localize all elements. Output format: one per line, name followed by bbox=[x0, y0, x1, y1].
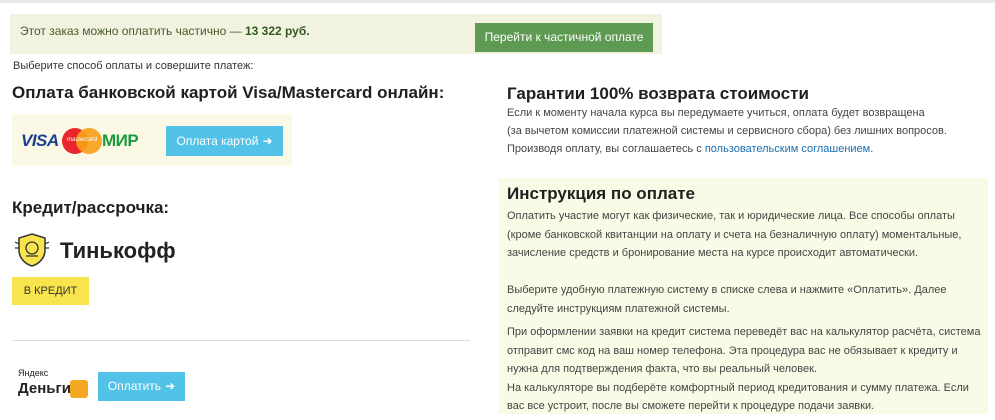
yandex-money-logo: Яндекс Деньги bbox=[18, 368, 90, 402]
guarantee-text: Если к моменту начала курса вы передумае… bbox=[507, 104, 987, 158]
partial-payment-amount: 13 322 руб. bbox=[244, 24, 310, 38]
guarantee-line-3: Производя оплату, вы соглашаетесь с поль… bbox=[507, 140, 987, 158]
guarantee-line-1: Если к моменту начала курса вы передумае… bbox=[507, 107, 925, 119]
mastercard-logo-text: mastercard bbox=[67, 137, 98, 143]
pay-by-card-button[interactable]: Оплата картой ➜ bbox=[166, 126, 283, 156]
instruction-paragraph-3a: При оформлении заявки на кредит система … bbox=[507, 326, 981, 375]
divider bbox=[12, 340, 470, 341]
partial-payment-prefix: Этот заказ можно оплатить частично — bbox=[20, 24, 242, 38]
top-border bbox=[0, 0, 995, 6]
credit-section-title: Кредит/рассрочка: bbox=[12, 198, 170, 217]
instruction-title: Инструкция по оплате bbox=[507, 184, 695, 203]
visa-logo: VISA bbox=[21, 131, 59, 150]
partial-payment-button[interactable]: Перейти к частичной оплате bbox=[475, 23, 653, 52]
guarantee-line-2: (за вычетом комиссии платежной системы и… bbox=[507, 125, 947, 137]
instruction-paragraph-2: Выберите удобную платежную систему в спи… bbox=[507, 284, 947, 315]
instruction-paragraph-3: При оформлении заявки на кредит система … bbox=[507, 323, 983, 416]
mastercard-logo: mastercard bbox=[62, 128, 104, 154]
guarantee-line-3-prefix: Производя оплату, вы соглашаетесь с bbox=[507, 143, 702, 155]
yandex-logo-small: Яндекс bbox=[18, 368, 49, 378]
arrow-right-icon: ➜ bbox=[262, 134, 273, 148]
wallet-icon bbox=[70, 380, 88, 398]
guarantee-title: Гарантии 100% возврата стоимости bbox=[507, 84, 809, 103]
pay-yandex-label: Оплатить bbox=[107, 379, 162, 393]
user-agreement-link[interactable]: пользовательским соглашением bbox=[705, 143, 870, 155]
credit-button[interactable]: В КРЕДИТ bbox=[12, 277, 89, 305]
tinkoff-logo-text: Тинькофф bbox=[60, 238, 176, 263]
guarantee-line-3-suffix: . bbox=[870, 143, 874, 155]
arrow-right-icon: ➜ bbox=[165, 379, 176, 393]
pay-yandex-button[interactable]: Оплатить ➜ bbox=[98, 372, 185, 401]
instruction-paragraph-1: Оплатить участие могут как физические, т… bbox=[507, 210, 962, 259]
mir-logo: МИР bbox=[102, 131, 139, 150]
choose-method-text: Выберите способ оплаты и совершите плате… bbox=[13, 60, 254, 72]
partial-payment-text: Этот заказ можно оплатить частично — 13 … bbox=[20, 24, 310, 38]
pay-by-card-label: Оплата картой bbox=[176, 134, 259, 148]
tinkoff-emblem-icon bbox=[14, 233, 50, 267]
instruction-paragraph-3b: На калькуляторе вы подберёте комфортный … bbox=[507, 381, 969, 413]
card-section-title: Оплата банковской картой Visa/Mastercard… bbox=[12, 83, 445, 102]
yandex-logo-big: Деньги bbox=[18, 380, 71, 397]
